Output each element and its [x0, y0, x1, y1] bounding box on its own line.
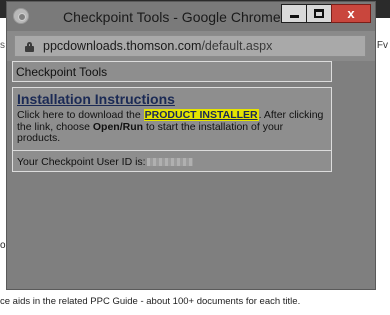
installation-panel: Installation Instructions Click here to …	[12, 87, 332, 150]
background-text-fragment: Fv	[376, 40, 388, 51]
user-id-redacted	[147, 158, 193, 166]
lock-icon	[25, 42, 34, 52]
window-title: Checkpoint Tools - Google Chrome	[63, 9, 281, 25]
installation-text: Click here to download the PRODUCT INSTA…	[17, 109, 327, 145]
background-footer-text: ce aids in the related PPC Guide - about…	[0, 296, 301, 307]
maximize-icon	[314, 9, 324, 18]
background-text-fragment: s	[0, 40, 5, 51]
close-icon: x	[347, 6, 355, 21]
maximize-button[interactable]	[306, 4, 332, 23]
url-path: /default.aspx	[201, 39, 273, 53]
url-field[interactable]: ppcdownloads.thomson.com/default.aspx	[14, 35, 366, 57]
open-run-text: Open/Run	[92, 120, 144, 133]
install-text-prefix: Click here to download the	[17, 109, 144, 121]
close-button[interactable]: x	[331, 4, 371, 23]
background-text-fragment: o	[0, 240, 6, 251]
page-header: Checkpoint Tools	[12, 61, 332, 82]
minimize-button[interactable]	[281, 4, 307, 23]
user-id-label: Your Checkpoint User ID is:	[17, 156, 146, 168]
url-domain: ppcdownloads.thomson.com	[43, 39, 202, 53]
page-title: Checkpoint Tools	[16, 65, 108, 79]
user-id-panel: Your Checkpoint User ID is:	[12, 150, 332, 172]
url-text: ppcdownloads.thomson.com/default.aspx	[43, 39, 272, 53]
installation-heading: Installation Instructions	[17, 91, 175, 107]
address-bar: ppcdownloads.thomson.com/default.aspx	[7, 31, 375, 61]
product-installer-link[interactable]: PRODUCT INSTALLER	[143, 109, 259, 121]
chrome-popup-window: Checkpoint Tools - Google Chrome x ppcdo…	[6, 1, 376, 290]
chrome-logo-icon	[13, 8, 29, 24]
window-controls: x	[281, 4, 371, 23]
background-footer-text-faded: ... ... ... ... ... ... ... ... ... ... …	[0, 308, 188, 315]
page-content: Checkpoint Tools Installation Instructio…	[7, 61, 375, 289]
minimize-icon	[289, 15, 299, 18]
title-bar[interactable]: Checkpoint Tools - Google Chrome x	[7, 2, 375, 31]
